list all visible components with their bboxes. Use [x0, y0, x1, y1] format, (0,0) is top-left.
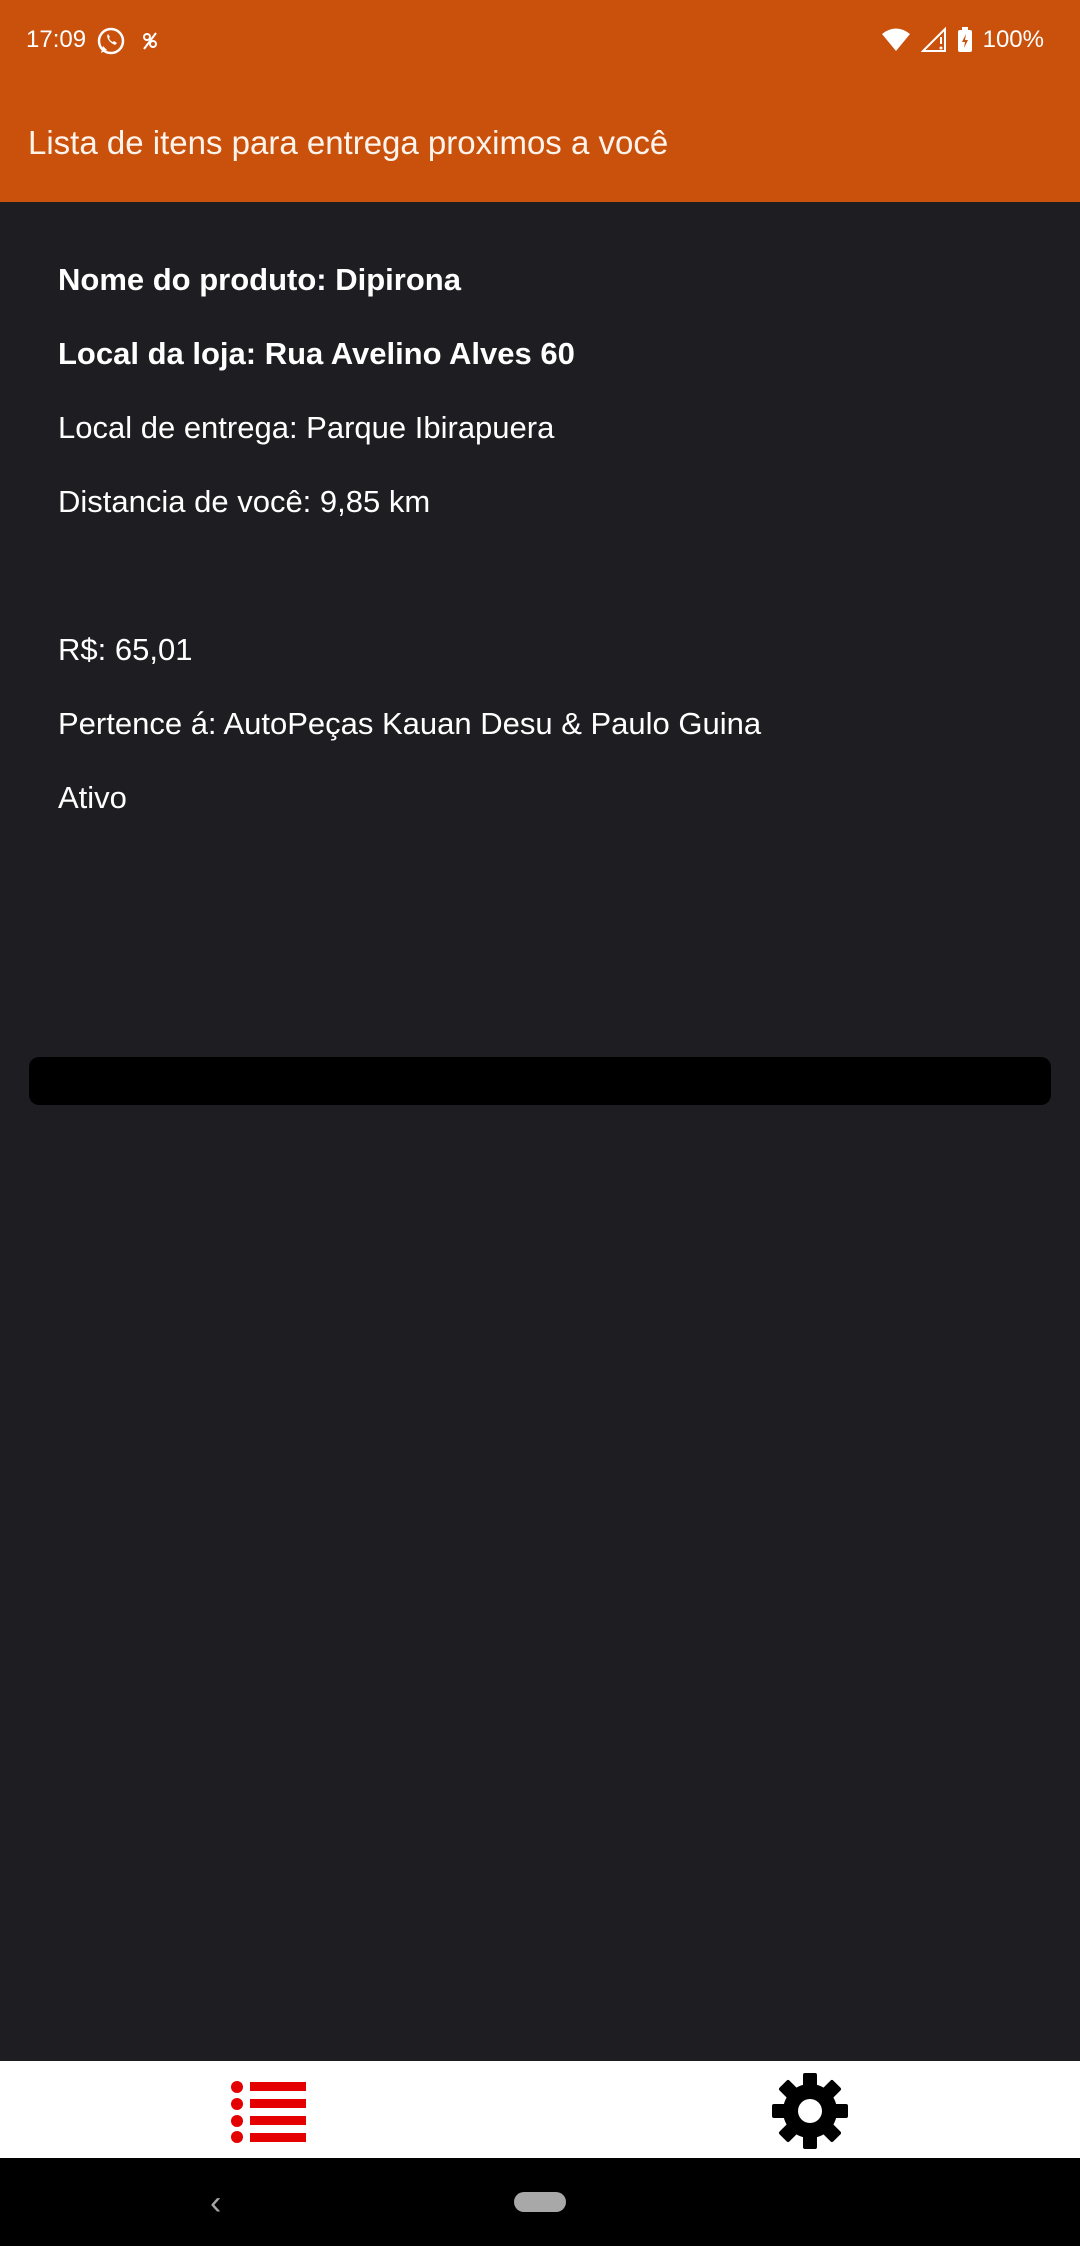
back-button[interactable]: ‹ — [210, 2184, 221, 2223]
distance: Distancia de você: 9,85 km — [58, 484, 431, 519]
bottom-navigation — [0, 2061, 1080, 2158]
item-list[interactable]: Nome do produto: Dipirona Local da loja:… — [0, 202, 1080, 2061]
nav-list-button[interactable] — [228, 2079, 308, 2143]
wifi-icon — [881, 28, 910, 51]
app-bar: Lista de itens para entrega proximos a v… — [0, 84, 1080, 202]
home-button[interactable] — [514, 2192, 566, 2212]
nav-settings-button[interactable] — [770, 2071, 850, 2151]
status-right: 100% — [881, 26, 1044, 54]
gear-icon — [772, 2073, 848, 2149]
signal-icon — [920, 27, 946, 52]
status-left-icons — [96, 26, 160, 56]
list-icon — [231, 2081, 306, 2143]
system-navigation-bar: ‹ — [0, 2158, 1080, 2246]
belongs-to: Pertence á: AutoPeças Kauan Desu & Paulo… — [58, 706, 762, 741]
whatsapp-icon — [97, 27, 125, 55]
status-time: 17:09 — [26, 26, 87, 53]
item-divider-bar — [29, 1057, 1051, 1105]
notification-icon — [143, 32, 157, 50]
status-bar: 17:09 100% — [0, 0, 1080, 84]
battery-level: 100% — [982, 26, 1044, 53]
battery-icon — [957, 27, 972, 52]
product-name: Nome do produto: Dipirona — [58, 262, 461, 297]
status-text: Ativo — [58, 780, 127, 815]
price: R$: 65,01 — [58, 632, 193, 667]
page-title: Lista de itens para entrega proximos a v… — [28, 124, 669, 161]
delivery-location: Local de entrega: Parque Ibirapuera — [58, 410, 555, 445]
store-location: Local da loja: Rua Avelino Alves 60 — [58, 336, 575, 371]
